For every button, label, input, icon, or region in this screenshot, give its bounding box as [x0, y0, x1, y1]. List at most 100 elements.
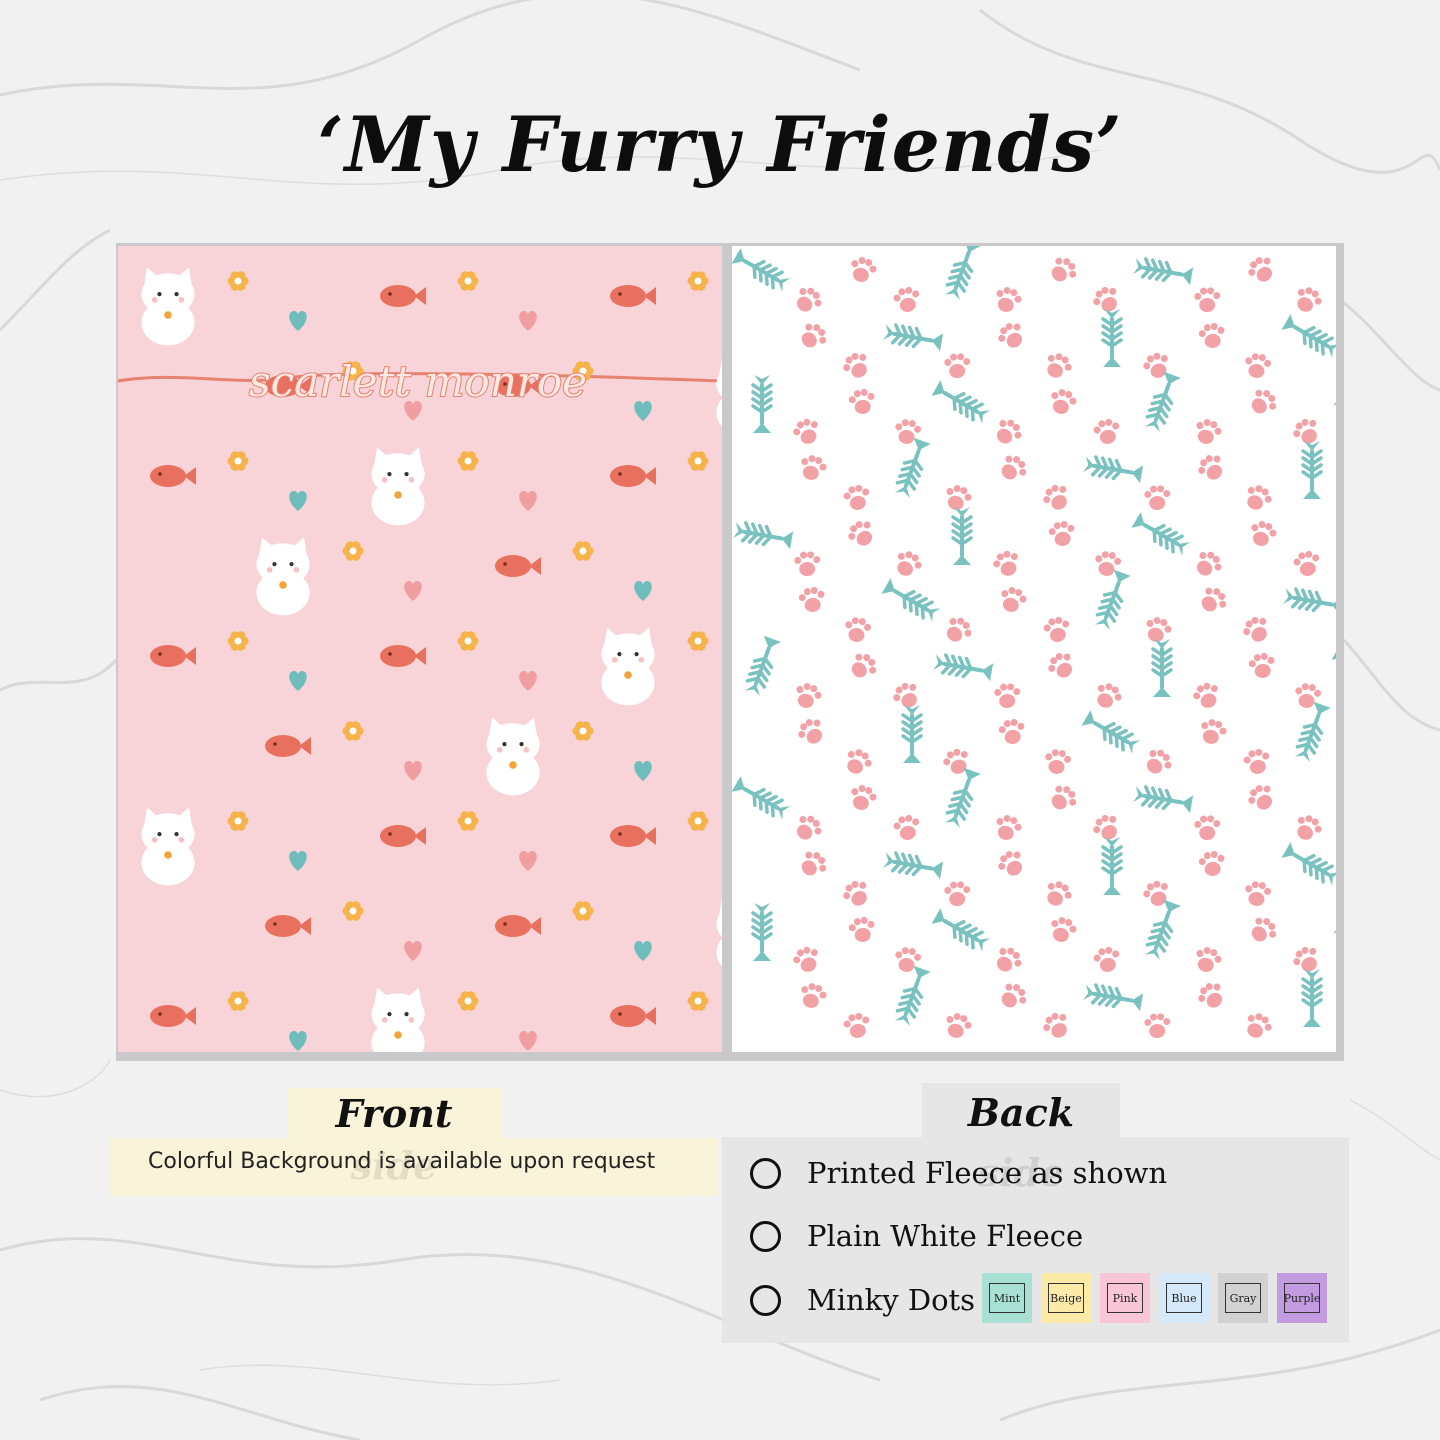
paw-print-icon: [1045, 749, 1072, 774]
heart-icon: [519, 1031, 537, 1051]
swatch-pink[interactable]: Pink: [1100, 1273, 1150, 1323]
paw-print-icon: [1297, 815, 1322, 840]
paw-print-icon: [1248, 785, 1273, 810]
swatch-gray[interactable]: Gray: [1218, 1273, 1268, 1323]
swatch-beige[interactable]: Beige: [1041, 1273, 1091, 1323]
paw-print-icon: [1248, 652, 1275, 678]
paw-print-icon: [798, 586, 825, 612]
radio-printed-fleece[interactable]: [750, 1157, 781, 1189]
swatch-purple[interactable]: Purple: [1277, 1273, 1327, 1323]
paw-print-icon: [993, 550, 1018, 576]
fishbone-icon: [1333, 390, 1336, 407]
paw-print-icon: [1093, 418, 1120, 444]
flower-icon: [572, 901, 594, 921]
swatch-blue[interactable]: Blue: [1159, 1273, 1209, 1323]
paw-print-icon: [946, 617, 972, 642]
paw-print-icon: [1198, 850, 1225, 876]
paw-print-icon: [1001, 983, 1027, 1008]
kitten-pattern: scarlett monroe: [118, 267, 722, 1052]
kitten-icon: [601, 627, 655, 706]
paw-print-icon: [893, 814, 920, 840]
paw-print-icon: [1245, 353, 1272, 378]
flower-icon: [342, 901, 364, 921]
flower-icon: [457, 991, 479, 1011]
paw-print-icon: [1001, 455, 1027, 480]
fishbone-icon: [1144, 371, 1181, 433]
paw-print-icon: [843, 484, 870, 510]
paw-print-icon: [794, 551, 821, 576]
paw-print-icon: [793, 418, 818, 444]
paw-print-icon: [1196, 551, 1222, 576]
option-label: Printed Fleece as shown: [807, 1156, 1168, 1190]
paw-print-icon: [1043, 484, 1067, 510]
kitten-icon: [486, 717, 540, 796]
flower-icon: [227, 811, 249, 831]
fishbone-icon: [951, 507, 973, 565]
option-printed-fleece[interactable]: Printed Fleece as shown: [750, 1153, 1167, 1193]
flower-icon: [687, 991, 709, 1011]
fishbone-icon: [1144, 899, 1181, 961]
flower-icon: [687, 631, 709, 651]
fishbone-icon: [1083, 455, 1144, 484]
paw-print-icon: [1001, 587, 1027, 612]
fishbone-icon: [1331, 644, 1336, 660]
swatch-label: Pink: [1107, 1283, 1143, 1313]
swatch-label: Purple: [1284, 1283, 1320, 1313]
paw-print-icon: [843, 1012, 870, 1038]
back-side-options: Printed Fleece as shown Plain White Flee…: [722, 1137, 1349, 1343]
paw-print-icon: [793, 946, 818, 972]
paw-print-icon: [893, 286, 920, 312]
fish-icon: [495, 915, 541, 937]
fish-icon: [380, 285, 426, 307]
back-side-label: Back side: [922, 1083, 1120, 1195]
heart-icon: [289, 311, 307, 331]
paw-print-icon: [1047, 881, 1072, 906]
radio-minky-dots[interactable]: [750, 1284, 781, 1316]
fish-icon: [610, 285, 656, 307]
fishbone-icon: [883, 851, 944, 880]
front-side-note: Colorful Background is available upon re…: [110, 1138, 717, 1196]
heart-icon: [634, 581, 652, 601]
paw-print-icon: [1251, 521, 1277, 546]
paw-print-icon: [851, 653, 877, 678]
paw-print-icon: [994, 683, 1021, 708]
paw-print-icon: [946, 1013, 972, 1038]
paw-print-icon: [1144, 485, 1171, 510]
paw-print-icon: [798, 719, 823, 744]
fish-icon: [265, 915, 311, 937]
paw-print-icon: [1251, 389, 1277, 414]
swatch-label: Beige: [1048, 1283, 1084, 1313]
radio-plain-white-fleece[interactable]: [750, 1220, 781, 1252]
fishbone-icon: [1133, 785, 1194, 814]
fishbone-icon: [744, 635, 781, 697]
fishbone-icon: [1081, 710, 1141, 754]
fishbone-icon: [1131, 512, 1191, 556]
swatch-label: Mint: [989, 1283, 1025, 1313]
fishbone-icon: [1281, 314, 1336, 358]
flower-icon: [457, 451, 479, 471]
paw-print-icon: [1245, 881, 1272, 906]
flower-icon: [572, 541, 594, 561]
fish-icon: [150, 1005, 196, 1027]
paw-print-icon: [1051, 785, 1077, 810]
heart-icon: [289, 1031, 307, 1051]
option-minky-dots[interactable]: Minky Dots: [750, 1280, 975, 1320]
fishbone-icon: [901, 705, 923, 763]
fishbone-icon: [931, 380, 991, 424]
kitten-icon: [256, 537, 310, 616]
paw-print-icon: [1297, 287, 1322, 312]
name-text: scarlett monroe: [249, 357, 587, 406]
swatch-mint[interactable]: Mint: [982, 1273, 1032, 1323]
paw-print-icon: [796, 815, 822, 840]
paw-print-icon: [1194, 815, 1221, 840]
option-label: Plain White Fleece: [807, 1219, 1084, 1253]
paw-print-icon: [1247, 1013, 1272, 1038]
flower-icon: [572, 721, 594, 741]
fishbone-icon: [1294, 701, 1331, 763]
flower-icon: [687, 451, 709, 471]
paw-print-icon: [1043, 1012, 1067, 1038]
paw-print-icon: [1293, 550, 1320, 576]
swatch-label: Blue: [1166, 1283, 1202, 1313]
fish-icon: [265, 735, 311, 757]
option-plain-white-fleece[interactable]: Plain White Fleece: [750, 1216, 1083, 1256]
